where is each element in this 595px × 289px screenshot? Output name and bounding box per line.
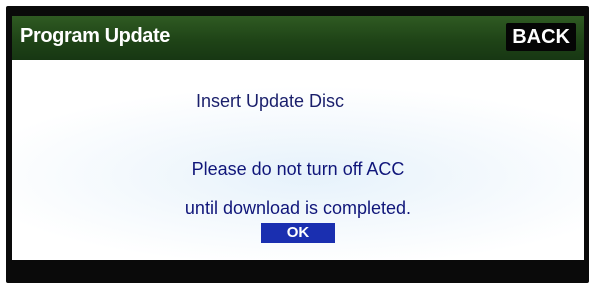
back-button[interactable]: BACK bbox=[506, 23, 576, 51]
page-title: Program Update bbox=[20, 25, 170, 47]
instruction-text: Insert Update Disc bbox=[195, 91, 345, 111]
ok-button[interactable]: OK bbox=[261, 223, 335, 243]
dialog-panel: Insert Update Disc Please do not turn of… bbox=[12, 60, 584, 260]
warning-text-line1: Please do not turn off ACC bbox=[191, 159, 405, 179]
title-bar: Program Update BACK bbox=[12, 16, 584, 60]
warning-text-line2: until download is completed. bbox=[184, 198, 412, 218]
